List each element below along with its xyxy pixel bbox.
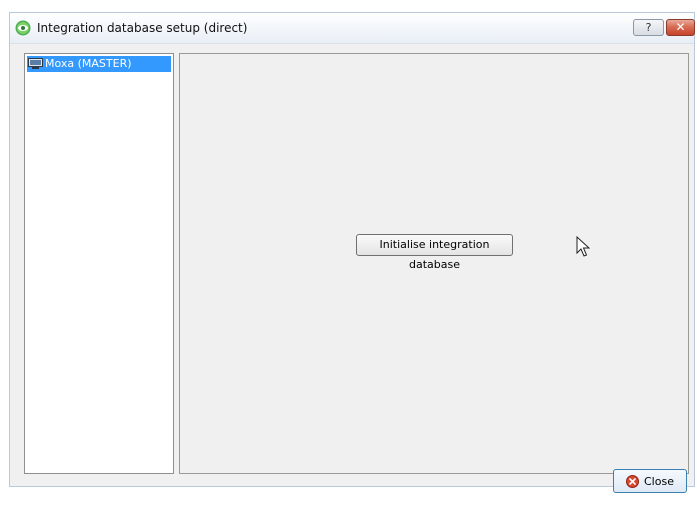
window-close-button[interactable]: ✕ <box>666 19 695 36</box>
window-title: Integration database setup (direct) <box>37 21 248 35</box>
close-button-label: Close <box>644 475 674 488</box>
mouse-cursor-icon <box>576 236 590 257</box>
tree-item-moxa[interactable]: Moxa (MASTER) <box>27 56 171 72</box>
help-button[interactable]: ? <box>633 19 664 36</box>
title-bar[interactable]: Integration database setup (direct) ? ✕ <box>10 13 695 44</box>
device-tree[interactable]: Moxa (MASTER) <box>24 53 174 474</box>
monitor-icon <box>28 58 43 69</box>
dialog-window: Integration database setup (direct) ? ✕ … <box>9 12 695 493</box>
close-circle-icon <box>626 475 639 488</box>
close-button[interactable]: Close <box>613 469 687 493</box>
close-x-icon: ✕ <box>675 20 686 34</box>
initialise-database-button[interactable]: Initialise integration database <box>356 234 513 271</box>
app-eye-icon <box>15 20 31 36</box>
content-panel: Initialise integration database <box>179 53 689 474</box>
tree-item-label: Moxa (MASTER) <box>45 57 132 70</box>
question-mark-icon: ? <box>645 21 652 34</box>
